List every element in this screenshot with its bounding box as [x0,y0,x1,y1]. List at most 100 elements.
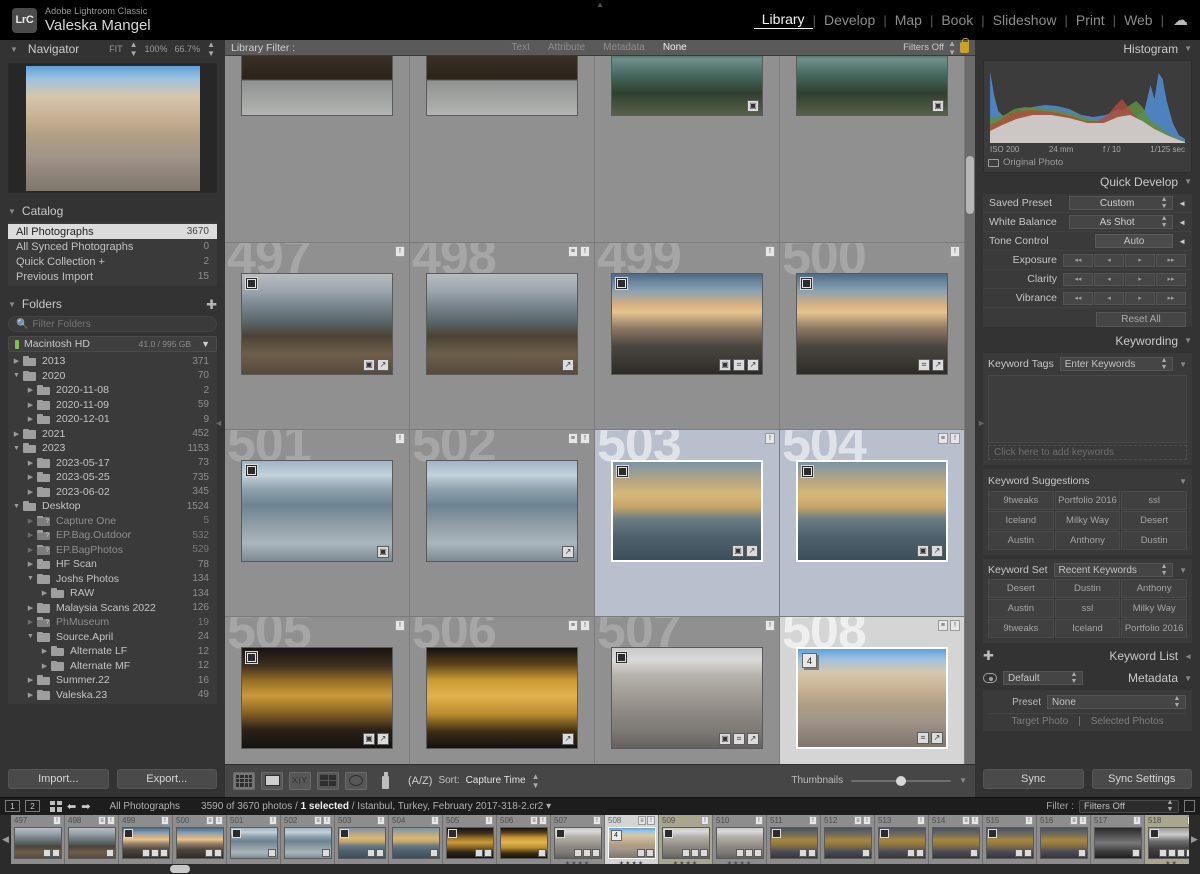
flag-badge-icon[interactable]: ! [1187,816,1189,825]
crop-badge-icon[interactable] [1168,849,1176,857]
filmstrip-cell[interactable]: 505! [443,815,497,864]
filmstrip-thumbnail[interactable] [500,827,548,859]
keyword-suggestions-header[interactable]: Keyword Suggestions ▼ [988,473,1187,489]
exposure-increase-big[interactable]: ▸▸ [1156,254,1186,267]
develop-badge-icon[interactable]: ↗ [562,546,574,558]
thumbnail-size-slider[interactable] [851,774,951,788]
keyword-badge-icon[interactable] [583,849,591,857]
develop-badge-icon[interactable] [214,849,222,857]
keyword-set-button[interactable]: Milky Way [1121,599,1187,618]
crop-badge-icon[interactable]: ▣ [363,359,375,371]
keyword-set-button[interactable]: ssl [1055,599,1121,618]
thumbnail-image[interactable]: ▣⌗↗ [611,273,763,375]
develop-badge-icon[interactable]: ↗ [562,733,574,745]
flag-badge-icon[interactable]: ! [647,816,655,825]
develop-badge-icon[interactable] [862,849,870,857]
crop-badge-icon[interactable]: ▣ [932,100,944,112]
grid-cell[interactable] [225,56,410,243]
grid-view-icon[interactable] [233,772,255,790]
keyword-badge-icon[interactable]: ⌗ [917,732,929,744]
flag-badge-icon[interactable]: ! [395,620,405,631]
stepper-icon[interactable]: ▲▼ [1160,215,1168,229]
crop-badge-icon[interactable] [268,849,276,857]
folder-row[interactable]: ▶?Capture One5 [8,514,217,529]
flag-badge-icon[interactable]: ! [539,816,547,825]
vibrance-decrease-big[interactable]: ◂◂ [1063,292,1093,305]
grid-cell[interactable]: 500!⌗↗ [780,243,965,430]
keyword-set-button[interactable]: Anthony [1121,579,1187,598]
module-slideshow[interactable]: Slideshow [985,12,1065,28]
develop-badge-icon[interactable] [1024,849,1032,857]
crop-badge-icon[interactable]: ▣ [719,733,731,745]
keyword-suggestion-button[interactable]: 9tweaks [988,491,1054,510]
crop-ratio-badge-icon[interactable]: ≡ [568,620,578,631]
crop-ratio-badge-icon[interactable]: ≡ [1070,816,1078,825]
virtual-copy-badge-icon[interactable] [245,464,258,477]
crop-badge-icon[interactable] [745,849,753,857]
top-panel-handle[interactable]: ▲ [596,0,604,9]
zoom-100-option[interactable]: 100% [145,44,168,54]
filmstrip-cell[interactable]: 503! [335,815,389,864]
lock-icon[interactable] [960,42,969,53]
eye-icon[interactable] [983,673,997,683]
crop-ratio-badge-icon[interactable]: ≡ [938,620,948,631]
collapse-arrow-icon[interactable]: ◄ [1178,237,1186,246]
chevron-right-icon[interactable]: ▶ [26,560,35,568]
zoom-custom-stepper-icon[interactable]: ▲▼ [207,40,215,58]
virtual-copy-badge-icon[interactable] [615,651,628,664]
add-keyword-icon[interactable]: ✚ [983,648,994,664]
filmstrip-thumbnail[interactable] [392,827,440,859]
folder-row[interactable]: ▶2020-11-082 [8,383,217,398]
flag-badge-icon[interactable]: ! [593,816,601,825]
slider-knob[interactable] [896,776,906,786]
chevron-right-icon[interactable]: ▶ [26,386,35,394]
stepper-icon[interactable]: ▲▼ [1160,357,1168,371]
keyword-suggestion-button[interactable]: ssl [1121,491,1187,510]
metadata-header[interactable]: Default ▲▼ Metadata ▼ [983,669,1192,687]
chevron-right-icon[interactable]: ▶ [26,691,35,699]
filmstrip-cell[interactable]: 498≡! [65,815,119,864]
filmstrip-thumbnail[interactable] [554,827,602,859]
grid-cell[interactable]: 507!▣⌗↗★★★★ [595,617,780,764]
virtual-copy-badge-icon[interactable] [772,829,781,838]
crop-badge-icon[interactable] [367,849,375,857]
clarity-increase-big[interactable]: ▸▸ [1156,273,1186,286]
filmstrip-filter-toggle-icon[interactable] [1184,800,1195,812]
filmstrip-thumbnail[interactable] [932,827,980,859]
filmstrip-thumbnail[interactable] [14,827,62,859]
thumbnail-image[interactable]: ▣ [796,56,948,116]
virtual-copy-badge-icon[interactable] [245,651,258,664]
filmstrip-cell[interactable]: 501! [227,815,281,864]
chevron-down-icon[interactable]: ▼ [26,633,35,640]
stepper-icon[interactable]: ▲▼ [1160,563,1168,577]
catalog-header[interactable]: ▼ Catalog [8,203,217,219]
zoom-fit-option[interactable]: FIT [109,44,123,54]
filter-tab-none[interactable]: None [654,42,696,53]
catalog-item-previous-import[interactable]: Previous Import 15 [8,269,217,284]
keyword-set-button[interactable]: Iceland [1055,619,1121,638]
chevron-down-icon[interactable]: ▼ [1179,566,1187,575]
chevron-right-icon[interactable]: ▶ [26,676,35,684]
toolbar-options-chevron-icon[interactable]: ▼ [959,776,967,785]
filmstrip-cell[interactable]: 508≡!4★★★★ [605,815,659,864]
develop-badge-icon[interactable] [808,849,816,857]
flag-badge-icon[interactable]: ! [215,816,223,825]
clarity-decrease[interactable]: ◂ [1094,273,1124,286]
filmstrip-scrollbar[interactable] [0,864,1200,874]
virtual-copy-badge-icon[interactable] [664,829,673,838]
thumbnail-image[interactable]: ▣↗ [611,460,763,562]
develop-badge-icon[interactable] [646,849,654,857]
crop-badge-icon[interactable] [907,849,915,857]
catalog-item-all-photographs[interactable]: All Photographs 3670 [8,224,217,239]
volume-row-macintosh-hd[interactable]: Macintosh HD 41.0 / 995 GB ▼ [8,336,217,352]
folder-row[interactable]: ▶HF Scan78 [8,557,217,572]
filmstrip-thumbnail[interactable] [1094,827,1142,859]
folder-row[interactable]: ▼20231153 [8,441,217,456]
filmstrip-cell[interactable]: 509!★★★★ [659,815,713,864]
grid-cell[interactable]: ▣ [595,56,780,243]
chevron-down-icon[interactable]: ▼ [12,503,21,510]
sort-az-icon[interactable]: (A/Z) [408,775,432,787]
filmstrip-cell[interactable]: 502≡! [281,815,335,864]
flag-badge-icon[interactable]: ! [950,246,960,257]
chevron-right-icon[interactable]: ▶ [26,531,35,539]
